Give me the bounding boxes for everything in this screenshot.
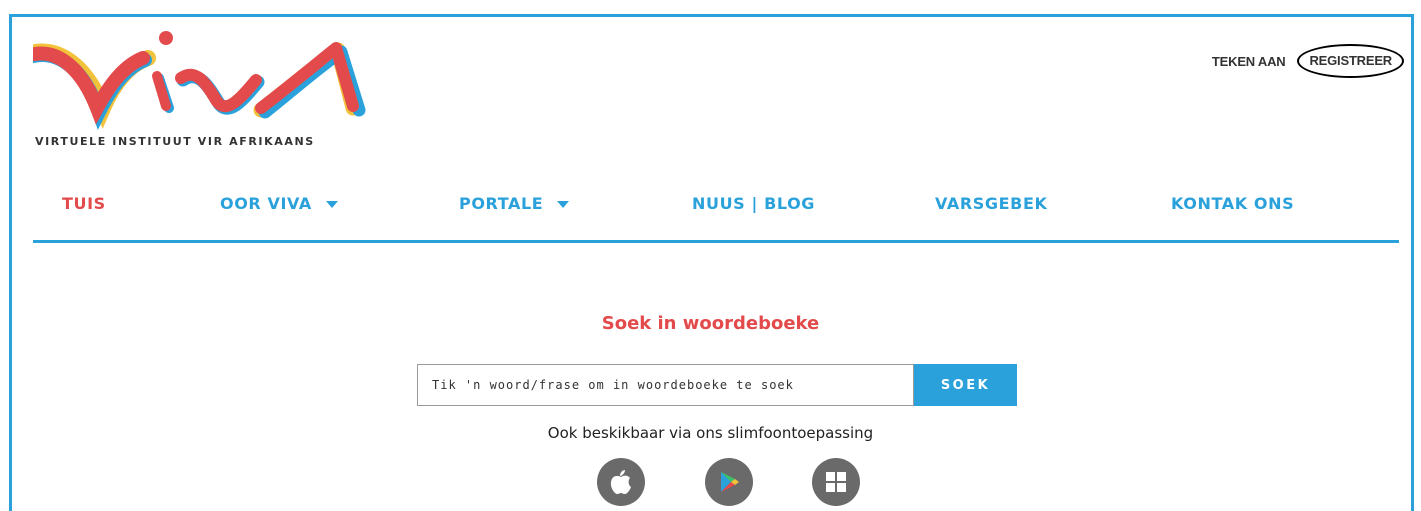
nav-item-portale[interactable]: PORTALE [459,194,570,213]
register-link[interactable]: REGISTREER [1309,53,1392,68]
login-link[interactable]: TEKEN AAN [1212,54,1286,69]
account-links: TEKEN AAN REGISTREER [1212,44,1404,78]
nav-item-label: VARSGEBEK [935,194,1048,213]
caret-down-icon [325,201,338,208]
dictionary-search-input[interactable] [417,364,914,406]
nav-item-kontak-ons[interactable]: KONTAK ONS [1171,194,1294,213]
google-play-icon[interactable] [705,458,753,506]
nav-item-oor-viva[interactable]: OOR VIVA [220,194,338,213]
app-availability-text: Ook beskikbaar via ons slimfoontoepassin… [547,424,874,442]
windows-icon[interactable] [812,458,860,506]
logo-tagline: VIRTUELE INSTITUUT VIR AFRIKAANS [35,135,315,148]
nav-item-label: TUIS [62,194,106,213]
nav-item-label: OOR VIVA [220,194,312,213]
nav-item-varsgebek[interactable]: VARSGEBEK [935,194,1048,213]
search-button[interactable]: SOEK [914,364,1017,406]
nav-item-label: KONTAK ONS [1171,194,1295,213]
search-title: Soek in woordeboeke [601,313,820,334]
nav-item-tuis[interactable]: TUIS [62,194,106,213]
nav-item-nuus-blog[interactable]: NUUS | BLOG [692,194,815,213]
main-nav: TUIS OOR VIVA PORTALE NUUS | BLOG VARSGE… [33,190,1399,243]
viva-logo[interactable] [26,30,373,150]
apple-icon[interactable] [597,458,645,506]
nav-item-label: PORTALE [459,194,544,213]
caret-down-icon [557,201,570,208]
register-highlight: REGISTREER [1297,44,1404,78]
nav-item-label: NUUS | BLOG [692,194,816,213]
